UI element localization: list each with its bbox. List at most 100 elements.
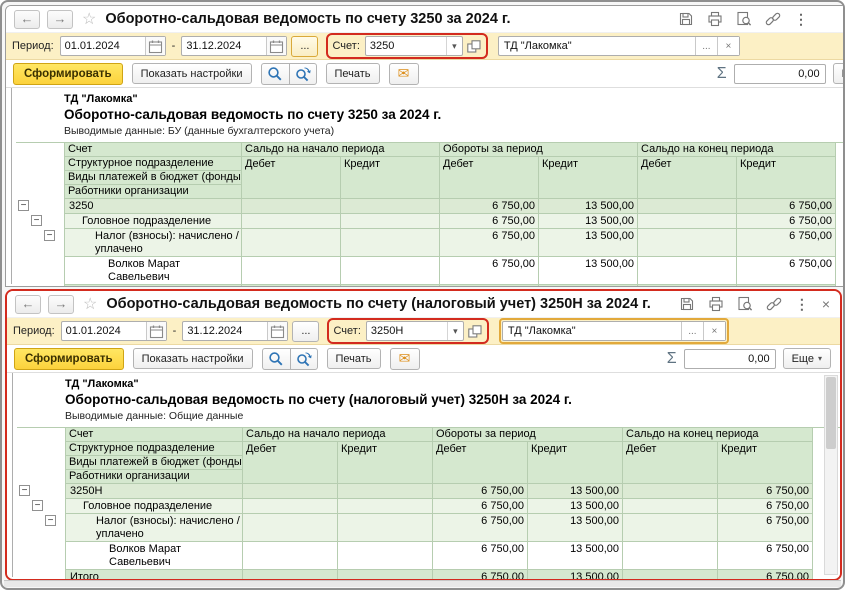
generate-button[interactable]: Сформировать xyxy=(13,63,123,85)
cell-value[interactable] xyxy=(341,214,440,229)
organization-field[interactable]: ТД "Лакомка" ... × xyxy=(498,36,740,56)
cell-value[interactable] xyxy=(341,285,440,287)
more-button[interactable]: Еще▾ xyxy=(783,348,831,369)
cell-value[interactable]: 13 500,00 xyxy=(539,257,638,285)
cell-value[interactable]: 13 500,00 xyxy=(528,542,623,570)
cell-value[interactable]: 13 500,00 xyxy=(539,285,638,287)
back-button[interactable]: ← xyxy=(15,295,41,314)
sum-field[interactable]: 0,00 xyxy=(734,64,826,84)
cell-value[interactable] xyxy=(243,484,338,499)
cell-value[interactable] xyxy=(338,514,433,542)
cell-value[interactable] xyxy=(638,229,737,257)
search-icon[interactable] xyxy=(262,348,290,370)
cell-value[interactable]: 6 750,00 xyxy=(737,229,836,257)
row-label[interactable]: Головное подразделение xyxy=(64,214,242,229)
cell-value[interactable] xyxy=(638,285,737,287)
calendar-icon[interactable] xyxy=(267,322,287,340)
row-label[interactable]: Головное подразделение xyxy=(65,499,243,514)
organization-choose-button[interactable]: ... xyxy=(695,37,717,55)
cell-value[interactable]: 6 750,00 xyxy=(718,514,813,542)
cell-value[interactable]: 6 750,00 xyxy=(440,285,539,287)
send-mail-button[interactable]: ✉ xyxy=(390,348,420,370)
row-label[interactable]: Налог (взносы): начислено / уплачено xyxy=(65,514,243,542)
send-mail-button[interactable]: ✉ xyxy=(389,63,419,85)
period-from-field[interactable]: 01.01.2024 xyxy=(60,36,166,56)
open-account-icon[interactable] xyxy=(467,323,483,339)
sum-icon[interactable]: Σ xyxy=(667,350,677,368)
collapse-expander-icon[interactable]: − xyxy=(19,485,30,496)
organization-clear-icon[interactable]: × xyxy=(717,37,739,55)
calendar-icon[interactable] xyxy=(145,37,165,55)
cell-value[interactable] xyxy=(243,542,338,570)
cell-value[interactable] xyxy=(341,257,440,285)
cell-value[interactable] xyxy=(623,484,718,499)
collapse-expander-icon[interactable]: − xyxy=(45,515,56,526)
back-button[interactable]: ← xyxy=(14,10,40,29)
cell-value[interactable]: 6 750,00 xyxy=(737,214,836,229)
cell-value[interactable]: 6 750,00 xyxy=(433,542,528,570)
preview-icon[interactable] xyxy=(736,11,752,27)
cell-value[interactable] xyxy=(623,542,718,570)
account-field[interactable]: 3250Н ▾ xyxy=(366,321,464,341)
print-icon[interactable] xyxy=(707,11,723,27)
collapse-expander-icon[interactable]: − xyxy=(44,230,55,241)
cell-value[interactable]: 6 750,00 xyxy=(737,257,836,285)
cell-value[interactable] xyxy=(638,199,737,214)
search-next-icon[interactable] xyxy=(289,63,317,85)
calendar-icon[interactable] xyxy=(266,37,286,55)
cell-value[interactable]: 6 750,00 xyxy=(737,285,836,287)
more-menu-icon[interactable]: ⋮ xyxy=(795,296,809,313)
cell-value[interactable] xyxy=(341,229,440,257)
preview-icon[interactable] xyxy=(737,296,753,312)
cell-value[interactable]: 6 750,00 xyxy=(718,542,813,570)
cell-value[interactable]: 6 750,00 xyxy=(718,484,813,499)
print-button[interactable]: Печать xyxy=(327,348,381,369)
row-label[interactable]: Волков Марат Савельевич xyxy=(65,542,243,570)
organization-choose-button[interactable]: ... xyxy=(681,322,703,340)
period-from-field[interactable]: 01.01.2024 xyxy=(61,321,167,341)
organization-field[interactable]: ТД "Лакомка" ... × xyxy=(502,321,726,341)
print-icon[interactable] xyxy=(708,296,724,312)
row-label[interactable]: 3250 xyxy=(64,199,242,214)
close-icon[interactable]: × xyxy=(822,296,830,312)
vertical-scrollbar[interactable] xyxy=(824,375,838,575)
cell-value[interactable]: 6 750,00 xyxy=(737,199,836,214)
cell-value[interactable] xyxy=(623,499,718,514)
scrollbar-thumb[interactable] xyxy=(826,377,836,449)
period-to-field[interactable]: 31.12.2024 xyxy=(181,36,287,56)
cell-value[interactable]: 6 750,00 xyxy=(433,499,528,514)
favorite-star-icon[interactable]: ☆ xyxy=(83,294,97,314)
chevron-down-icon[interactable]: ▾ xyxy=(447,322,463,340)
cell-value[interactable] xyxy=(242,285,341,287)
cell-value[interactable]: 13 500,00 xyxy=(528,499,623,514)
row-label[interactable]: 3250Н xyxy=(65,484,243,499)
forward-button[interactable]: → xyxy=(48,295,74,314)
cell-value[interactable] xyxy=(243,499,338,514)
link-icon[interactable] xyxy=(765,11,781,27)
cell-value[interactable] xyxy=(338,484,433,499)
cell-value[interactable]: 6 750,00 xyxy=(440,199,539,214)
period-more-button[interactable]: ... xyxy=(291,36,318,57)
collapse-expander-icon[interactable]: − xyxy=(32,500,43,511)
cell-value[interactable]: 6 750,00 xyxy=(440,214,539,229)
chevron-down-icon[interactable]: ▾ xyxy=(446,37,462,55)
forward-button[interactable]: → xyxy=(47,10,73,29)
generate-button[interactable]: Сформировать xyxy=(14,348,124,370)
cell-value[interactable]: 13 500,00 xyxy=(539,229,638,257)
open-account-icon[interactable] xyxy=(466,38,482,54)
cell-value[interactable] xyxy=(623,514,718,542)
more-menu-icon[interactable]: ⋮ xyxy=(794,11,808,28)
collapse-expander-icon[interactable]: − xyxy=(31,215,42,226)
cell-value[interactable] xyxy=(242,214,341,229)
cell-value[interactable] xyxy=(243,514,338,542)
save-icon[interactable] xyxy=(679,296,695,312)
search-icon[interactable] xyxy=(261,63,289,85)
period-more-button[interactable]: ... xyxy=(292,321,319,342)
cell-value[interactable] xyxy=(341,199,440,214)
cell-value[interactable] xyxy=(242,229,341,257)
sum-icon[interactable]: Σ xyxy=(717,65,727,83)
period-to-field[interactable]: 31.12.2024 xyxy=(182,321,288,341)
print-button[interactable]: Печать xyxy=(326,63,380,84)
show-settings-button[interactable]: Показать настройки xyxy=(133,348,253,369)
calendar-icon[interactable] xyxy=(146,322,166,340)
